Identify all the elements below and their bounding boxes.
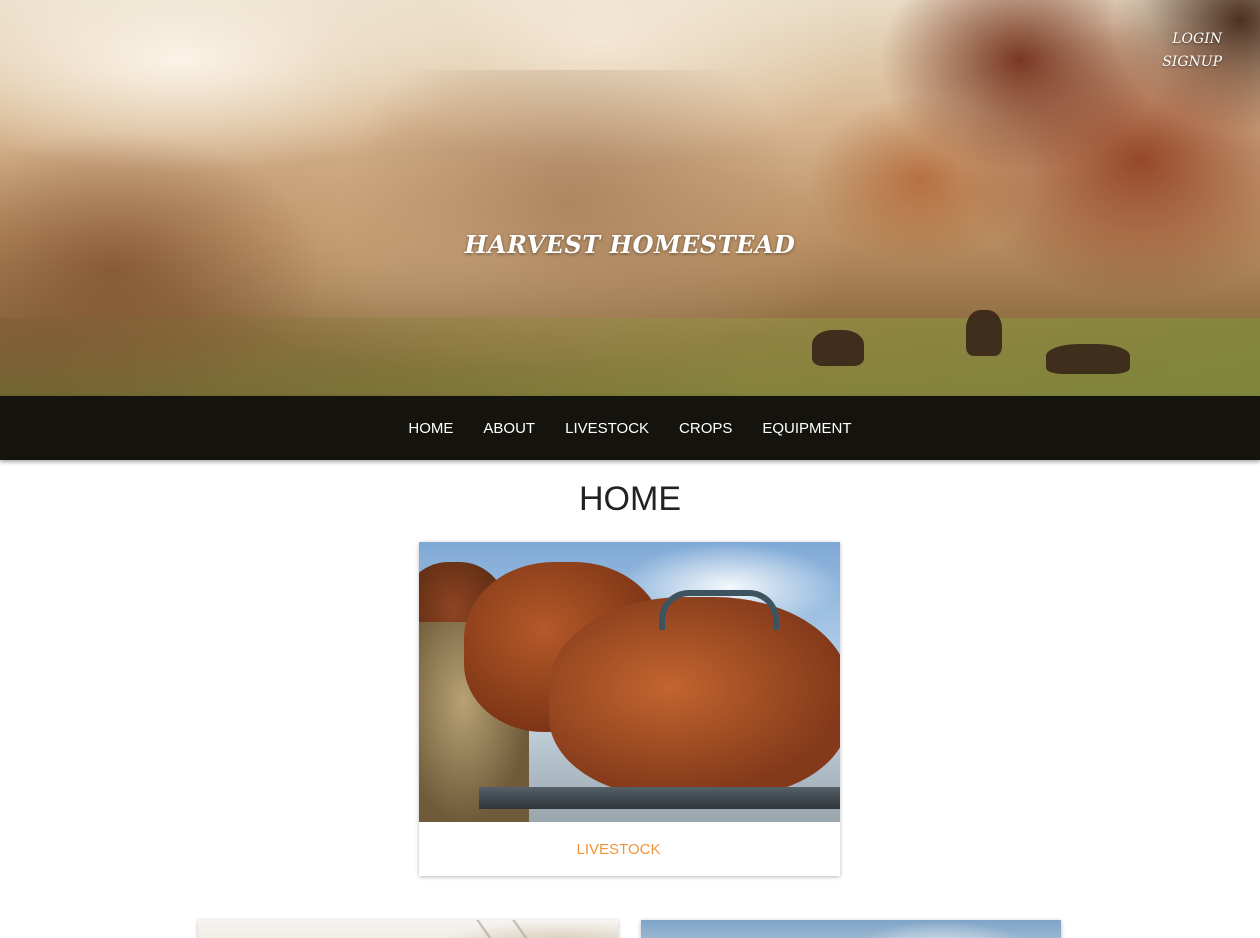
horse-silhouette	[812, 330, 864, 366]
card-footer: LIVESTOCK	[419, 822, 840, 876]
signup-link[interactable]: SIGNUP	[1162, 51, 1222, 74]
main-navbar: HOME ABOUT LIVESTOCK CROPS EQUIPMENT	[0, 396, 1260, 460]
livestock-card[interactable]: LIVESTOCK	[419, 542, 840, 876]
card-partial-left[interactable]	[198, 920, 618, 938]
livestock-card-image[interactable]	[419, 542, 840, 822]
nav-item-crops[interactable]: CROPS	[664, 420, 747, 437]
livestock-card-link[interactable]: LIVESTOCK	[577, 841, 661, 858]
feeder-rail	[659, 590, 779, 630]
horse-silhouette	[966, 310, 1002, 356]
feeder-fence	[479, 787, 840, 809]
nav-item-home[interactable]: HOME	[393, 420, 468, 437]
site-title: HARVEST HOMESTEAD	[464, 230, 796, 259]
nav-item-livestock[interactable]: LIVESTOCK	[550, 420, 664, 437]
hero-banner: HARVEST HOMESTEAD LOGIN SIGNUP	[0, 0, 1260, 396]
nav-item-equipment[interactable]: EQUIPMENT	[747, 420, 866, 437]
horse-silhouette	[1046, 344, 1130, 374]
page-title: HOME	[579, 480, 681, 518]
auth-links: LOGIN SIGNUP	[1162, 28, 1222, 74]
nav-item-about[interactable]: ABOUT	[468, 420, 550, 437]
login-link[interactable]: LOGIN	[1162, 28, 1222, 51]
card-partial-right[interactable]	[641, 920, 1061, 938]
